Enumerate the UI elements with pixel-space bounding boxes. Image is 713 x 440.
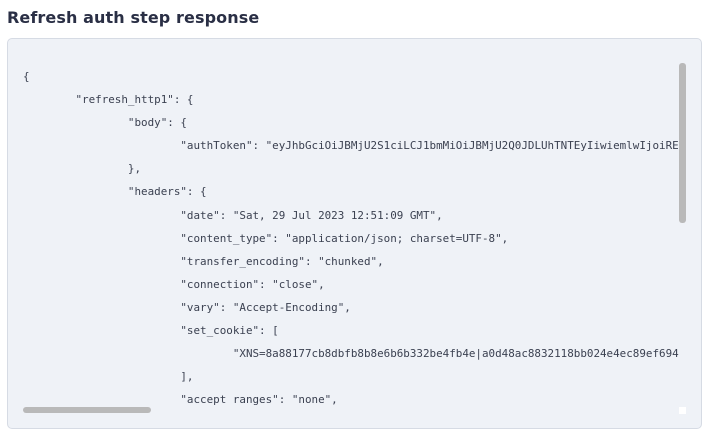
- code-line: "connection": "close",: [23, 277, 325, 291]
- json-code-block[interactable]: { "refresh_http1": { "body": { "authToke…: [23, 65, 680, 405]
- code-line: ],: [23, 370, 194, 384]
- response-code-panel: { "refresh_http1": { "body": { "authToke…: [7, 38, 702, 429]
- code-line: "vary": "Accept-Encoding",: [23, 300, 351, 314]
- code-line: },: [23, 162, 142, 176]
- code-line: "transfer_encoding": "chunked",: [23, 254, 384, 268]
- scrollbar-corner: [679, 407, 686, 414]
- code-line: "authToken": "eyJhbGciOiJBMjU2S1ciLCJ1bm…: [23, 139, 679, 153]
- code-line: "set_cookie": [: [23, 324, 279, 338]
- code-line: "XNS=8a88177cb8dbfb8b8e6b6b332be4fb4e|a0…: [23, 347, 679, 361]
- code-line: "date": "Sat, 29 Jul 2023 12:51:09 GMT",: [23, 208, 443, 222]
- code-line: "accept_ranges": "none",: [23, 393, 338, 405]
- vertical-scrollbar[interactable]: [679, 63, 686, 223]
- horizontal-scrollbar[interactable]: [23, 407, 151, 413]
- code-line: "content_type": "application/json; chars…: [23, 231, 509, 245]
- code-line: "refresh_http1": {: [23, 93, 194, 107]
- code-line: {: [23, 70, 30, 83]
- section-title: Refresh auth step response: [7, 8, 260, 27]
- code-line: "body": {: [23, 116, 187, 130]
- code-line: "headers": {: [23, 185, 207, 199]
